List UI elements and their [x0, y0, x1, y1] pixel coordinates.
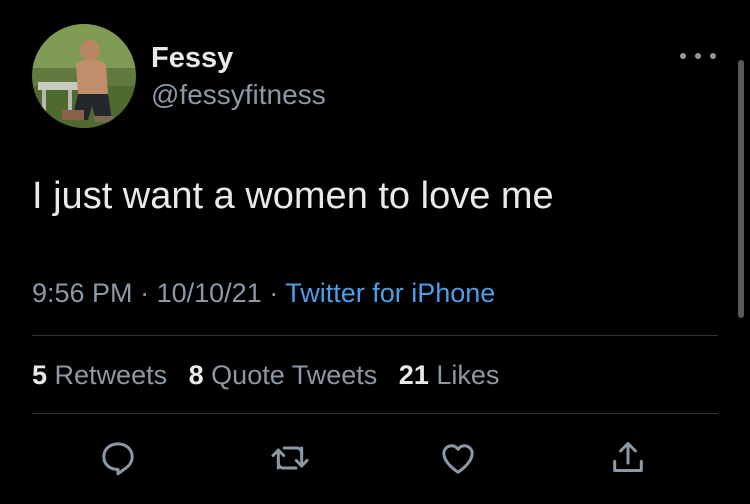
retweets-label: Retweets	[54, 360, 168, 390]
quote-tweets-label: Quote Tweets	[211, 360, 378, 390]
likes-count: 21	[398, 360, 429, 390]
tweet-meta: 9:56 PM · 10/10/21 · Twitter for iPhone	[32, 276, 495, 310]
author-display-name[interactable]: Fessy	[151, 40, 233, 76]
reply-button[interactable]	[96, 436, 140, 480]
like-icon	[442, 444, 474, 474]
reply-icon	[102, 442, 134, 476]
avatar-image	[32, 24, 136, 128]
tweet-detail: Fessy @fessyfitness I just want a women …	[0, 0, 750, 504]
tweet-source-link[interactable]: Twitter for iPhone	[285, 278, 495, 308]
retweets-count: 5	[32, 360, 48, 390]
more-options-icon[interactable]	[680, 42, 716, 70]
quote-tweets-stat[interactable]: 8 Quote Tweets	[189, 360, 378, 390]
scrollbar[interactable]	[738, 60, 744, 318]
meta-separator: ·	[269, 278, 279, 308]
divider	[32, 413, 718, 414]
tweet-date[interactable]: 10/10/21	[157, 278, 262, 308]
retweet-button[interactable]	[268, 436, 312, 480]
retweet-icon	[271, 446, 309, 470]
likes-stat[interactable]: 21 Likes	[399, 360, 500, 390]
meta-separator: ·	[140, 278, 150, 308]
more-dot	[710, 53, 716, 59]
more-dot	[680, 53, 686, 59]
retweets-stat[interactable]: 5 Retweets	[32, 360, 167, 390]
tweet-text: I just want a women to love me	[32, 175, 554, 217]
author-handle[interactable]: @fessyfitness	[151, 78, 326, 112]
divider	[32, 335, 718, 336]
share-icon	[613, 442, 643, 472]
share-button[interactable]	[606, 436, 650, 480]
likes-label: Likes	[436, 360, 500, 390]
engagement-stats: 5 Retweets 8 Quote Tweets 21 Likes	[32, 358, 513, 392]
tweet-time[interactable]: 9:56 PM	[32, 278, 133, 308]
quote-tweets-count: 8	[188, 360, 204, 390]
more-dot	[695, 53, 701, 59]
avatar[interactable]	[32, 24, 136, 128]
like-button[interactable]	[436, 436, 480, 480]
